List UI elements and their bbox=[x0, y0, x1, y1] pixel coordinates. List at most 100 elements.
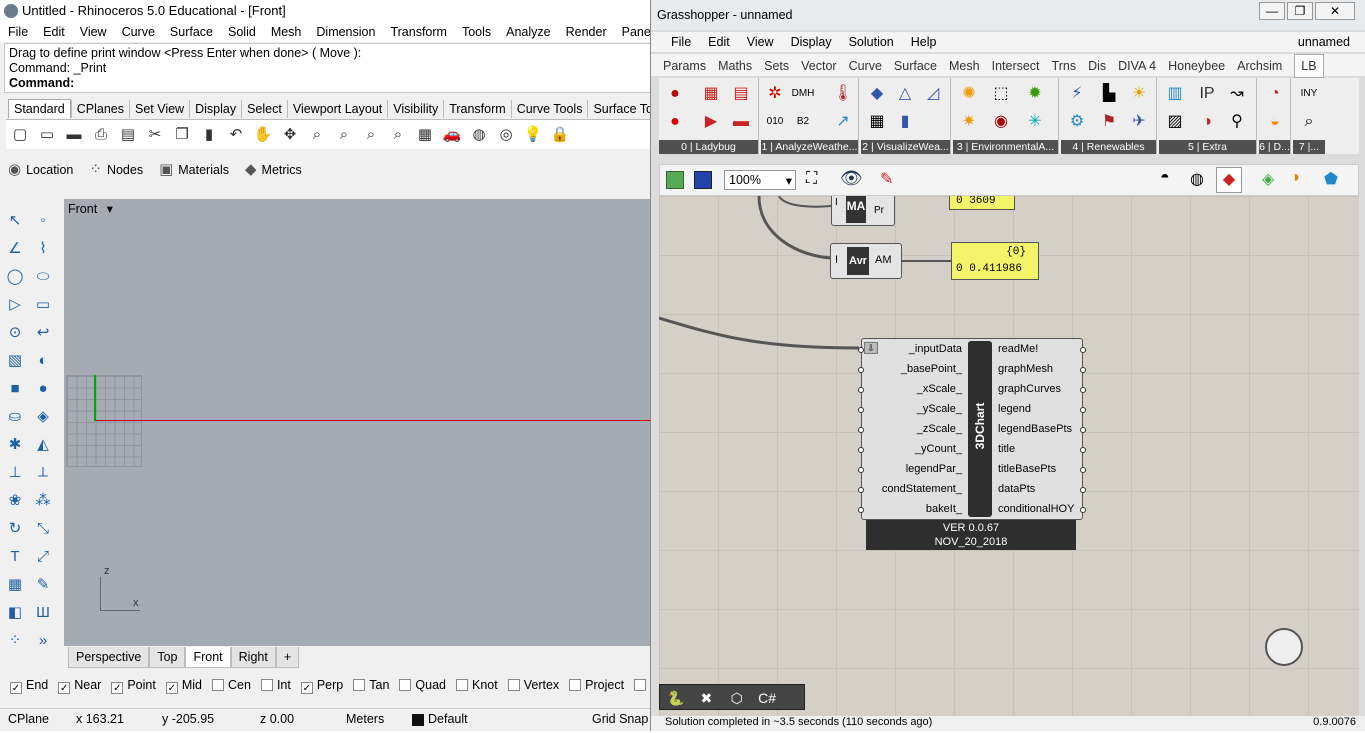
ribbon-group-label[interactable]: 3 | EnvironmentalA... bbox=[953, 140, 1058, 154]
osnap-quad[interactable]: Quad bbox=[399, 674, 446, 696]
command-area[interactable]: Drag to define print window <Press Enter… bbox=[4, 43, 652, 93]
output-port[interactable] bbox=[1080, 367, 1086, 373]
iny-icon[interactable]: INY bbox=[1297, 82, 1321, 106]
input-port[interactable] bbox=[858, 427, 864, 433]
polyline-icon[interactable]: ∠ bbox=[4, 238, 26, 260]
close-button[interactable]: ✕ bbox=[1315, 2, 1355, 20]
toolbar-icon-9[interactable]: ✋ bbox=[252, 124, 274, 146]
binary-icon[interactable]: 010 bbox=[763, 110, 787, 134]
tracker-icon[interactable]: ✈ bbox=[1127, 110, 1151, 134]
3dchart-component[interactable]: ⇩ 3DChart _inputData _basePoint_ _xScale_ _… bbox=[858, 338, 1086, 520]
mass-addition-component[interactable]: I MA Pr bbox=[831, 196, 895, 226]
output-titlebasepts[interactable]: titleBasePts bbox=[998, 463, 1056, 475]
toolbar-icon-18[interactable]: ◎ bbox=[495, 124, 517, 146]
gh-tab-surface[interactable]: Surface bbox=[894, 55, 937, 77]
menu-solid[interactable]: Solid bbox=[228, 22, 256, 42]
osnap-checkbox[interactable] bbox=[260, 679, 273, 691]
minimize-button[interactable]: — bbox=[1259, 2, 1285, 20]
open-icon[interactable] bbox=[666, 171, 684, 189]
ribbon-group-label[interactable]: 0 | Ladybug bbox=[659, 140, 758, 154]
gh-tab-params[interactable]: Params bbox=[663, 55, 706, 77]
ribbon-group-label[interactable]: 5 | Extra bbox=[1159, 140, 1256, 154]
boolean-icon[interactable]: ◭ bbox=[32, 434, 54, 456]
toolbar-icon-16[interactable]: 🚗 bbox=[441, 124, 463, 146]
fillet-icon[interactable]: ↩ bbox=[32, 322, 54, 344]
gh-menu-file[interactable]: File bbox=[671, 32, 691, 52]
ladybug-settings-icon[interactable]: ● bbox=[663, 110, 687, 134]
input-zscale[interactable]: _zScale_ bbox=[852, 423, 962, 435]
osnap-mid[interactable]: ✓ Mid bbox=[165, 674, 202, 696]
render-icon[interactable]: ◧ bbox=[4, 602, 26, 624]
wind-turbine-icon[interactable]: ⚙ bbox=[1065, 110, 1089, 134]
menu-analyze[interactable]: Analyze bbox=[506, 22, 550, 42]
output-port[interactable] bbox=[1080, 447, 1086, 453]
display-mode-icon[interactable]: ⬟ bbox=[1324, 169, 1338, 189]
energy-bar-icon[interactable]: ▙ bbox=[1097, 82, 1121, 106]
output-port[interactable] bbox=[1080, 467, 1086, 473]
toolbar-metrics-button[interactable]: ◆ Metrics bbox=[245, 155, 302, 185]
osnap-point[interactable]: ✓ Point bbox=[111, 674, 156, 696]
bar-chart-icon[interactable]: ▮ bbox=[893, 110, 917, 134]
more-tools-icon[interactable]: » bbox=[32, 630, 54, 652]
rotate-icon[interactable]: ↻ bbox=[4, 518, 26, 540]
select-icon[interactable]: ↖ bbox=[4, 210, 26, 232]
ribbon-group-label[interactable]: 1 | AnalyzeWeathe... bbox=[761, 140, 858, 154]
explode-icon[interactable]: ✱ bbox=[4, 434, 26, 456]
osnap-perp[interactable]: ✓ Perp bbox=[300, 674, 343, 696]
toolbar-tab-select[interactable]: Select bbox=[241, 100, 287, 118]
menu-panels[interactable]: Panels bbox=[622, 22, 652, 42]
gh-tab-curve[interactable]: Curve bbox=[849, 55, 882, 77]
toolbar-icon-3[interactable]: ⎙ bbox=[90, 124, 112, 146]
toolbar-materials-button[interactable]: ▣ Materials bbox=[159, 155, 229, 185]
toolbar-tab-cplanes[interactable]: CPlanes bbox=[70, 100, 129, 118]
python-icon[interactable]: 🐍 bbox=[665, 687, 687, 709]
terrain-icon[interactable]: ◆ bbox=[865, 82, 889, 106]
viewport-tab-perspective[interactable]: Perspective bbox=[68, 647, 150, 668]
preview-selected-icon[interactable]: ◆ bbox=[1216, 167, 1242, 193]
viewport-tab-top[interactable]: Top bbox=[149, 647, 186, 668]
group-icon[interactable]: ❀ bbox=[4, 490, 26, 512]
loft-icon[interactable]: ◐ bbox=[32, 350, 54, 372]
gh-tab-sets[interactable]: Sets bbox=[764, 55, 789, 77]
cluster-icon[interactable]: ⬡ bbox=[726, 687, 748, 709]
polygon-icon[interactable]: ▷ bbox=[4, 294, 26, 316]
ab-icon[interactable]: B2 bbox=[791, 110, 815, 134]
output-title[interactable]: title bbox=[998, 443, 1015, 455]
input-port[interactable] bbox=[858, 507, 864, 513]
osnap-checkbox[interactable]: ✓ bbox=[165, 682, 178, 694]
orange-sphere-icon[interactable]: ◒ bbox=[1263, 110, 1287, 134]
toolbar-tab-visibility[interactable]: Visibility bbox=[387, 100, 443, 118]
grid-tools-icon[interactable]: ⁘ bbox=[4, 630, 26, 652]
input-xscale[interactable]: _xScale_ bbox=[852, 383, 962, 395]
osnap-tan[interactable]: Tan bbox=[353, 674, 389, 696]
menu-file[interactable]: File bbox=[8, 22, 28, 42]
input-legendpar[interactable]: legendPar_ bbox=[852, 463, 962, 475]
gh-menu-view[interactable]: View bbox=[747, 32, 774, 52]
scale-icon[interactable]: ⤡ bbox=[32, 518, 54, 540]
output-legend[interactable]: legend bbox=[998, 403, 1031, 415]
osnap-checkbox[interactable] bbox=[212, 679, 224, 691]
output-port[interactable] bbox=[1080, 407, 1086, 413]
command-prompt[interactable]: Command: bbox=[9, 76, 647, 91]
menu-curve[interactable]: Curve bbox=[122, 22, 155, 42]
block-icon[interactable]: ▦ bbox=[4, 574, 26, 596]
toolbar-icon-7[interactable]: ▮ bbox=[198, 124, 220, 146]
chevron-down-icon[interactable]: ▾ bbox=[107, 202, 113, 216]
gh-tab-trns[interactable]: Trns bbox=[1052, 55, 1077, 77]
ip-icon[interactable]: IP bbox=[1195, 82, 1219, 106]
split-icon[interactable]: ⊥ bbox=[4, 462, 26, 484]
toolbar-icon-5[interactable]: ✂ bbox=[144, 124, 166, 146]
panel-top[interactable]: 0 3609 bbox=[949, 196, 1015, 210]
sky-icon[interactable]: ✲ bbox=[763, 82, 787, 106]
menu-dimension[interactable]: Dimension bbox=[316, 22, 375, 42]
status-units[interactable]: Meters bbox=[346, 712, 384, 726]
save-icon[interactable] bbox=[694, 171, 712, 189]
osnap-checkbox[interactable] bbox=[569, 679, 582, 691]
input-port[interactable] bbox=[858, 447, 864, 453]
grid-icon[interactable]: ▦ bbox=[865, 110, 889, 134]
output-datapts[interactable]: dataPts bbox=[998, 483, 1035, 495]
osnap-near[interactable]: ✓ Near bbox=[58, 674, 101, 696]
status-grid-snap[interactable]: Grid Snap bbox=[592, 712, 648, 726]
output-legendbasepts[interactable]: legendBasePts bbox=[998, 423, 1072, 435]
osnap-end[interactable]: ✓ End bbox=[10, 674, 48, 696]
